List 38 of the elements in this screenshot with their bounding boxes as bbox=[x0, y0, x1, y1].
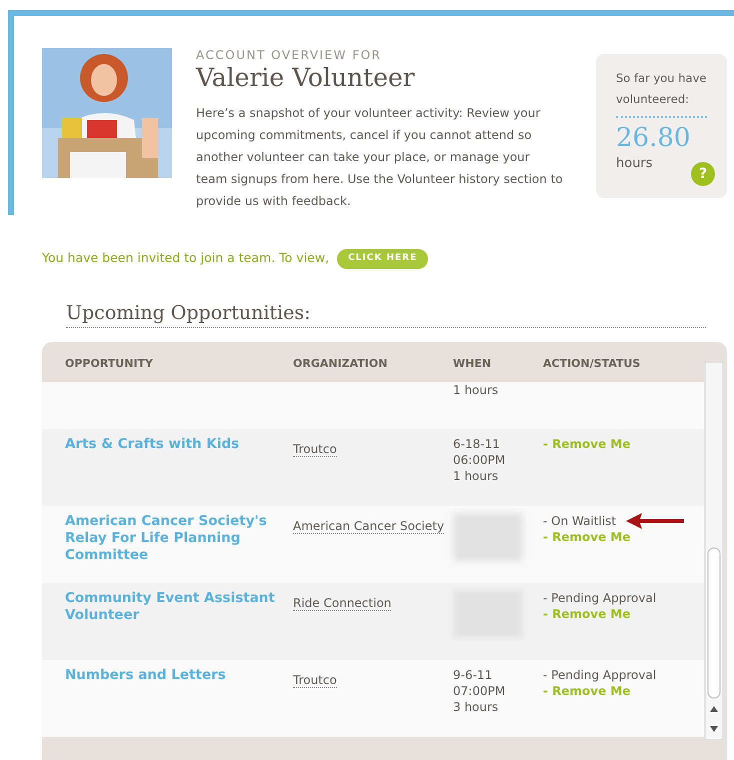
scrollbar[interactable] bbox=[705, 362, 723, 740]
intro-paragraph: Here’s a snapshot of your volunteer activity: Review your upcoming commitments, cancel if you cannot attend so another volunteer can take your place, or manage your team signups from here. Use the Volunteer history section to provide us with feedback. bbox=[196, 105, 564, 210]
opportunity-link[interactable]: Community Event Assistant Volunteer bbox=[65, 590, 293, 624]
remove-me-link[interactable]: - Remove Me bbox=[543, 683, 704, 699]
click-here-button[interactable]: CLICK HERE bbox=[337, 249, 428, 268]
hours-unit: hours bbox=[616, 155, 653, 173]
opportunity-link[interactable]: Numbers and Letters bbox=[65, 667, 293, 684]
arrow-icon bbox=[626, 513, 686, 529]
organization-name: American Cancer Society bbox=[293, 519, 444, 534]
when-text: 6-18-11 bbox=[453, 436, 501, 452]
help-icon[interactable]: ? bbox=[691, 162, 715, 186]
hours-value: 26.80 bbox=[616, 122, 690, 154]
organization-name: Troutco bbox=[293, 673, 337, 688]
invite-text: You have been invited to join a team. To view, bbox=[42, 249, 330, 268]
status-text: - On Waitlist bbox=[543, 513, 616, 529]
remove-me-link[interactable]: - Remove Me bbox=[543, 436, 704, 452]
opportunity-link[interactable]: American Cancer Society's Relay For Life Planning Committee bbox=[65, 513, 293, 564]
column-header: OPPORTUNITY bbox=[65, 356, 154, 372]
organization-name: Troutco bbox=[293, 442, 337, 457]
user-name: Valerie Volunteer bbox=[196, 62, 416, 94]
when-text: 07:00PM bbox=[453, 683, 506, 699]
status-text: - Pending Approval bbox=[543, 667, 656, 683]
remove-me-link[interactable]: - Remove Me bbox=[543, 529, 704, 545]
when-text: 3 hours bbox=[453, 699, 500, 715]
when-text: 06:00PM bbox=[453, 452, 506, 468]
remove-me-link[interactable]: - Remove Me bbox=[543, 606, 704, 622]
column-header: WHEN bbox=[453, 356, 492, 372]
when-text: 9-6-11 bbox=[453, 667, 494, 683]
column-header: ORGANIZATION bbox=[293, 356, 388, 372]
section-title: Upcoming Opportunities: bbox=[66, 302, 311, 324]
opportunity-link[interactable]: Arts & Crafts with Kids bbox=[65, 436, 293, 453]
status-text: - Pending Approval bbox=[543, 590, 656, 606]
column-header: ACTION/STATUS bbox=[543, 356, 642, 372]
hours-label: So far you have volunteered: bbox=[616, 68, 707, 118]
when-text: 1 hours bbox=[453, 382, 500, 398]
when-text: 1 hours bbox=[453, 468, 500, 484]
organization-name: Ride Connection bbox=[293, 596, 392, 611]
eyebrow-label: ACCOUNT OVERVIEW FOR bbox=[196, 48, 383, 62]
